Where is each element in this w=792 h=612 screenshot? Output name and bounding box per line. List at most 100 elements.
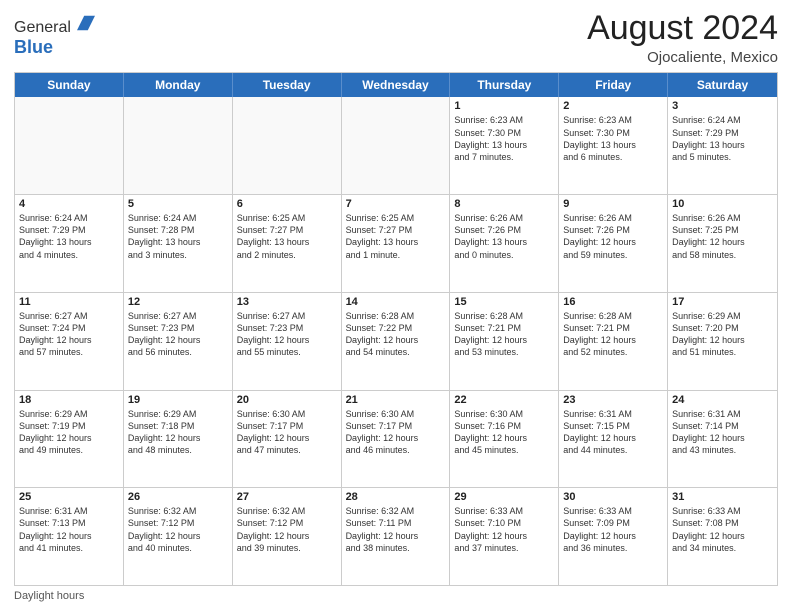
cell-info: Sunrise: 6:32 AM Sunset: 7:12 PM Dayligh… — [128, 505, 228, 554]
week-row-4: 18 Sunrise: 6:29 AM Sunset: 7:19 PM Dayli… — [15, 391, 777, 489]
cell-info: Sunrise: 6:27 AM Sunset: 7:23 PM Dayligh… — [237, 310, 337, 359]
day-cell-19: 19 Sunrise: 6:29 AM Sunset: 7:18 PM Dayli… — [124, 391, 233, 488]
day-cell-9: 9 Sunrise: 6:26 AM Sunset: 7:26 PM Daylig… — [559, 195, 668, 292]
cell-info: Sunrise: 6:28 AM Sunset: 7:21 PM Dayligh… — [454, 310, 554, 359]
day-cell-14: 14 Sunrise: 6:28 AM Sunset: 7:22 PM Dayli… — [342, 293, 451, 390]
logo: General Blue — [14, 14, 95, 58]
day-number: 27 — [237, 491, 337, 503]
day-cell-21: 21Sunrise: 6:30 AM Sunset: 7:17 PM Dayli… — [342, 391, 451, 488]
month-year: August 2024 — [587, 10, 778, 47]
day-number: 31 — [672, 491, 773, 503]
day-number: 22 — [454, 394, 554, 406]
cell-info: Sunrise: 6:27 AM Sunset: 7:24 PM Dayligh… — [19, 310, 119, 359]
day-number: 13 — [237, 296, 337, 308]
day-number: 8 — [454, 198, 554, 210]
day-number: 29 — [454, 491, 554, 503]
day-cell-7: 7Sunrise: 6:25 AM Sunset: 7:27 PM Daylig… — [342, 195, 451, 292]
day-number: 10 — [672, 198, 773, 210]
day-number: 15 — [454, 296, 554, 308]
empty-cell — [15, 97, 124, 194]
day-number: 20 — [237, 394, 337, 406]
week-row-3: 11 Sunrise: 6:27 AM Sunset: 7:24 PM Dayli… — [15, 293, 777, 391]
day-number: 30 — [563, 491, 663, 503]
day-number: 6 — [237, 198, 337, 210]
cell-info: Sunrise: 6:33 AM Sunset: 7:10 PM Dayligh… — [454, 505, 554, 554]
day-cell-16: 16 Sunrise: 6:28 AM Sunset: 7:21 PM Dayli… — [559, 293, 668, 390]
calendar-body: 1Sunrise: 6:23 AM Sunset: 7:30 PM Daylig… — [15, 97, 777, 585]
day-number: 12 — [128, 296, 228, 308]
day-number: 17 — [672, 296, 773, 308]
day-cell-22: 22Sunrise: 6:30 AM Sunset: 7:16 PM Dayli… — [450, 391, 559, 488]
day-cell-15: 15 Sunrise: 6:28 AM Sunset: 7:21 PM Dayli… — [450, 293, 559, 390]
cell-info: Sunrise: 6:29 AM Sunset: 7:18 PM Dayligh… — [128, 408, 228, 457]
cell-info: Sunrise: 6:27 AM Sunset: 7:23 PM Dayligh… — [128, 310, 228, 359]
day-number: 21 — [346, 394, 446, 406]
day-cell-8: 8 Sunrise: 6:26 AM Sunset: 7:26 PM Daylig… — [450, 195, 559, 292]
day-cell-10: 10 Sunrise: 6:26 AM Sunset: 7:25 PM Dayli… — [668, 195, 777, 292]
day-number: 5 — [128, 198, 228, 210]
col-header-sunday: Sunday — [15, 73, 124, 97]
cell-info: Sunrise: 6:23 AM Sunset: 7:30 PM Dayligh… — [454, 114, 554, 163]
day-number: 19 — [128, 394, 228, 406]
cell-info: Sunrise: 6:24 AM Sunset: 7:29 PM Dayligh… — [19, 212, 119, 261]
cell-info: Sunrise: 6:28 AM Sunset: 7:21 PM Dayligh… — [563, 310, 663, 359]
day-number: 25 — [19, 491, 119, 503]
day-number: 11 — [19, 296, 119, 308]
page: General Blue August 2024 Ojocaliente, Me… — [0, 0, 792, 612]
col-header-saturday: Saturday — [668, 73, 777, 97]
cell-info: Sunrise: 6:33 AM Sunset: 7:08 PM Dayligh… — [672, 505, 773, 554]
day-cell-30: 30 Sunrise: 6:33 AM Sunset: 7:09 PM Dayli… — [559, 488, 668, 585]
cell-info: Sunrise: 6:25 AM Sunset: 7:27 PM Dayligh… — [346, 212, 446, 261]
day-cell-27: 27 Sunrise: 6:32 AM Sunset: 7:12 PM Dayli… — [233, 488, 342, 585]
col-header-thursday: Thursday — [450, 73, 559, 97]
day-cell-28: 28Sunrise: 6:32 AM Sunset: 7:11 PM Dayli… — [342, 488, 451, 585]
day-number: 14 — [346, 296, 446, 308]
day-number: 3 — [672, 100, 773, 112]
col-header-wednesday: Wednesday — [342, 73, 451, 97]
cell-info: Sunrise: 6:31 AM Sunset: 7:15 PM Dayligh… — [563, 408, 663, 457]
cell-info: Sunrise: 6:26 AM Sunset: 7:26 PM Dayligh… — [454, 212, 554, 261]
day-cell-26: 26 Sunrise: 6:32 AM Sunset: 7:12 PM Dayli… — [124, 488, 233, 585]
cell-info: Sunrise: 6:29 AM Sunset: 7:20 PM Dayligh… — [672, 310, 773, 359]
day-number: 26 — [128, 491, 228, 503]
logo-icon — [77, 14, 95, 32]
cell-info: Sunrise: 6:26 AM Sunset: 7:25 PM Dayligh… — [672, 212, 773, 261]
day-cell-31: 31 Sunrise: 6:33 AM Sunset: 7:08 PM Dayli… — [668, 488, 777, 585]
day-cell-4: 4Sunrise: 6:24 AM Sunset: 7:29 PM Daylig… — [15, 195, 124, 292]
week-row-1: 1Sunrise: 6:23 AM Sunset: 7:30 PM Daylig… — [15, 97, 777, 195]
cell-info: Sunrise: 6:23 AM Sunset: 7:30 PM Dayligh… — [563, 114, 663, 163]
col-header-tuesday: Tuesday — [233, 73, 342, 97]
week-row-2: 4Sunrise: 6:24 AM Sunset: 7:29 PM Daylig… — [15, 195, 777, 293]
col-header-friday: Friday — [559, 73, 668, 97]
cell-info: Sunrise: 6:24 AM Sunset: 7:28 PM Dayligh… — [128, 212, 228, 261]
day-number: 16 — [563, 296, 663, 308]
header: General Blue August 2024 Ojocaliente, Me… — [14, 10, 778, 66]
col-header-monday: Monday — [124, 73, 233, 97]
cell-info: Sunrise: 6:25 AM Sunset: 7:27 PM Dayligh… — [237, 212, 337, 261]
footer-note: Daylight hours — [14, 590, 778, 602]
logo-general-text: General — [14, 19, 71, 36]
empty-cell — [124, 97, 233, 194]
day-cell-24: 24Sunrise: 6:31 AM Sunset: 7:14 PM Dayli… — [668, 391, 777, 488]
day-cell-20: 20 Sunrise: 6:30 AM Sunset: 7:17 PM Dayli… — [233, 391, 342, 488]
cell-info: Sunrise: 6:30 AM Sunset: 7:17 PM Dayligh… — [237, 408, 337, 457]
cell-info: Sunrise: 6:29 AM Sunset: 7:19 PM Dayligh… — [19, 408, 119, 457]
cell-info: Sunrise: 6:32 AM Sunset: 7:12 PM Dayligh… — [237, 505, 337, 554]
day-cell-12: 12 Sunrise: 6:27 AM Sunset: 7:23 PM Dayli… — [124, 293, 233, 390]
cell-info: Sunrise: 6:32 AM Sunset: 7:11 PM Dayligh… — [346, 505, 446, 554]
cell-info: Sunrise: 6:33 AM Sunset: 7:09 PM Dayligh… — [563, 505, 663, 554]
cell-info: Sunrise: 6:31 AM Sunset: 7:13 PM Dayligh… — [19, 505, 119, 554]
day-cell-18: 18 Sunrise: 6:29 AM Sunset: 7:19 PM Dayli… — [15, 391, 124, 488]
day-number: 9 — [563, 198, 663, 210]
day-number: 24 — [672, 394, 773, 406]
cell-info: Sunrise: 6:26 AM Sunset: 7:26 PM Dayligh… — [563, 212, 663, 261]
day-cell-5: 5 Sunrise: 6:24 AM Sunset: 7:28 PM Daylig… — [124, 195, 233, 292]
day-number: 23 — [563, 394, 663, 406]
day-cell-11: 11 Sunrise: 6:27 AM Sunset: 7:24 PM Dayli… — [15, 293, 124, 390]
location: Ojocaliente, Mexico — [587, 49, 778, 66]
day-number: 18 — [19, 394, 119, 406]
cell-info: Sunrise: 6:28 AM Sunset: 7:22 PM Dayligh… — [346, 310, 446, 359]
calendar-header: SundayMondayTuesdayWednesdayThursdayFrid… — [15, 73, 777, 97]
day-cell-2: 2Sunrise: 6:23 AM Sunset: 7:30 PM Daylig… — [559, 97, 668, 194]
day-cell-1: 1Sunrise: 6:23 AM Sunset: 7:30 PM Daylig… — [450, 97, 559, 194]
